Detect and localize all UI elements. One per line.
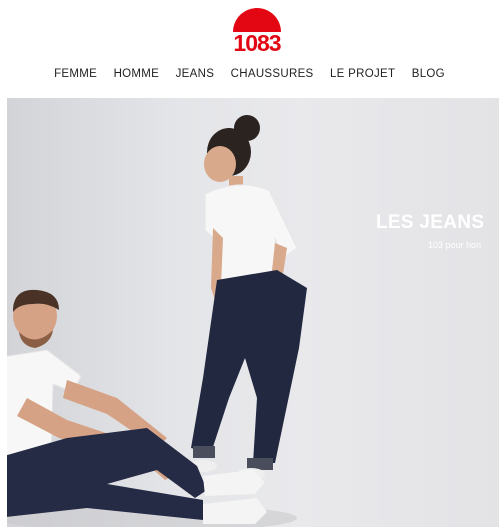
hero-photo <box>7 115 307 527</box>
hero-subtitle: 103 pour hon <box>428 240 482 250</box>
main-nav: FEMME HOMME JEANS CHAUSSURES LE PROJET B… <box>0 64 499 82</box>
nav-item-chaussures[interactable]: CHAUSSURES <box>231 68 314 80</box>
brand-logo[interactable]: 1083 <box>233 8 282 56</box>
nav-item-jeans[interactable]: JEANS <box>176 68 215 80</box>
nav-item-blog[interactable]: BLOG <box>412 68 445 80</box>
hero-title: LES JEANS <box>376 212 485 233</box>
woman-figure <box>189 115 307 480</box>
logo-sun-icon <box>233 8 281 32</box>
nav-item-femme[interactable]: FEMME <box>54 68 97 80</box>
site-header: 1083 FEMME HOMME JEANS CHAUSSURES LE PRO… <box>0 0 499 98</box>
nav-item-homme[interactable]: HOMME <box>114 68 160 80</box>
nav-item-le-projet[interactable]: LE PROJET <box>330 68 395 80</box>
logo-text: 1083 <box>233 30 281 56</box>
hero-banner[interactable]: LES JEANS 103 pour hon <box>7 98 499 527</box>
